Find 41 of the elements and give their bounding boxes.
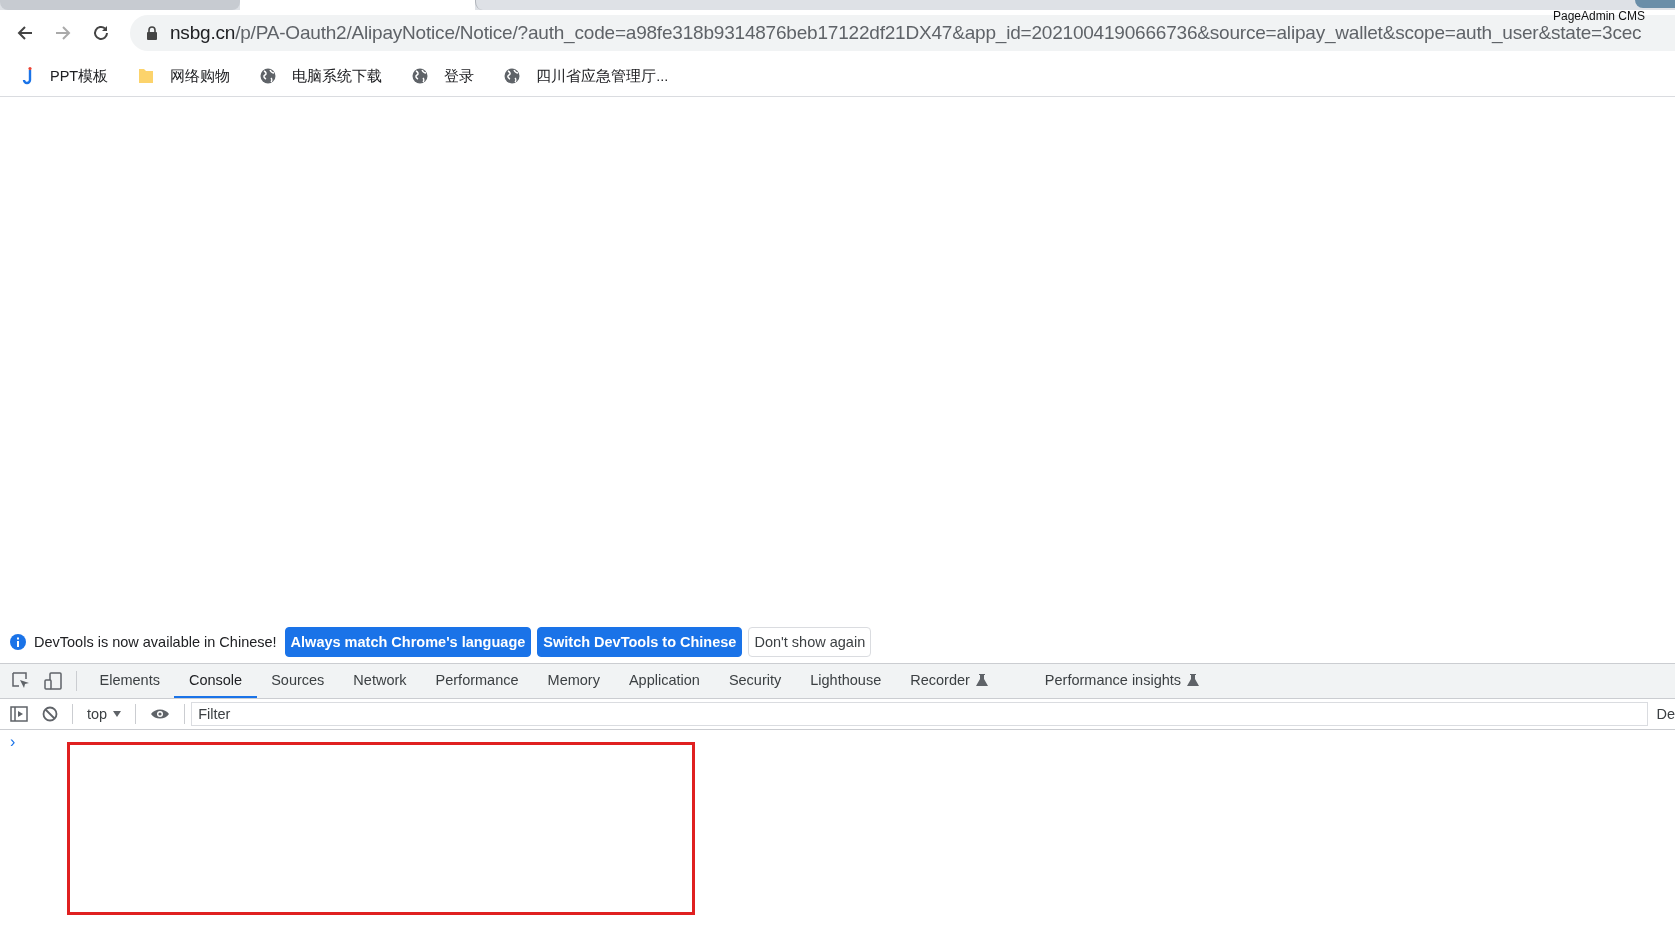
inspect-icon[interactable] (12, 672, 30, 690)
clear-console-icon[interactable] (42, 706, 58, 722)
devtools-tab[interactable]: Application (614, 664, 715, 698)
bookmark[interactable]: 四川省应急管理厅... (504, 66, 669, 86)
bookmark[interactable]: 网络购物 (138, 66, 231, 86)
primary-button[interactable]: Always match Chrome's language (284, 627, 532, 657)
globe-icon (260, 68, 277, 84)
devtools-tab[interactable]: Performance (421, 664, 534, 698)
devtools-tab[interactable]: Console (174, 664, 257, 698)
infobar-message: DevTools is now available in Chinese! (34, 634, 277, 650)
context-dropdown[interactable]: top (87, 706, 122, 722)
devtools-tab[interactable]: Sources (256, 664, 339, 698)
filter-field[interactable]: Filter (191, 702, 1649, 726)
devtools-tab[interactable]: Performance insights (1030, 664, 1228, 698)
bookmark[interactable]: 电脑系统下载 (260, 66, 383, 86)
globe-icon (504, 68, 521, 84)
bookmark[interactable]: PPT模板 (22, 66, 109, 86)
reload-icon[interactable] (92, 24, 110, 42)
globe-icon (412, 68, 429, 84)
device-toolbar-icon[interactable] (44, 672, 62, 690)
back-icon[interactable] (16, 24, 34, 42)
lock-icon (146, 26, 158, 40)
profile-avatar[interactable] (1635, 0, 1675, 8)
devtools-tab[interactable]: Elements (85, 664, 175, 698)
devtools-tab[interactable]: Security (714, 664, 796, 698)
caret-icon (113, 711, 122, 717)
letter-j-icon (22, 67, 34, 85)
dismiss-button[interactable]: Don't show again (748, 627, 872, 657)
levels-dropdown[interactable]: De (1656, 706, 1675, 722)
url-text: nsbg.cn/p/PA-Oauth2/AlipayNotice/Notice/?auth_code=a98fe318b9314876beb17122df21DX47&app_id=2021004190666736&source=alipay_wallet&scope=auth_user&state=3cec (170, 22, 1642, 44)
console-prompt: › (10, 734, 16, 750)
sidebar-toggle-icon[interactable] (10, 706, 28, 722)
info-icon (10, 634, 26, 650)
devtools-tab[interactable]: Network (338, 664, 422, 698)
devtools-tab[interactable]: Memory (533, 664, 615, 698)
devtools-tab[interactable]: Recorder (895, 664, 1017, 698)
bookmark[interactable]: 登录 (412, 66, 475, 86)
folder-icon (138, 67, 155, 85)
eye-icon[interactable] (150, 707, 171, 721)
primary-button[interactable]: Switch DevTools to Chinese (537, 627, 743, 657)
devtools-tab[interactable]: Lighthouse (795, 664, 896, 698)
